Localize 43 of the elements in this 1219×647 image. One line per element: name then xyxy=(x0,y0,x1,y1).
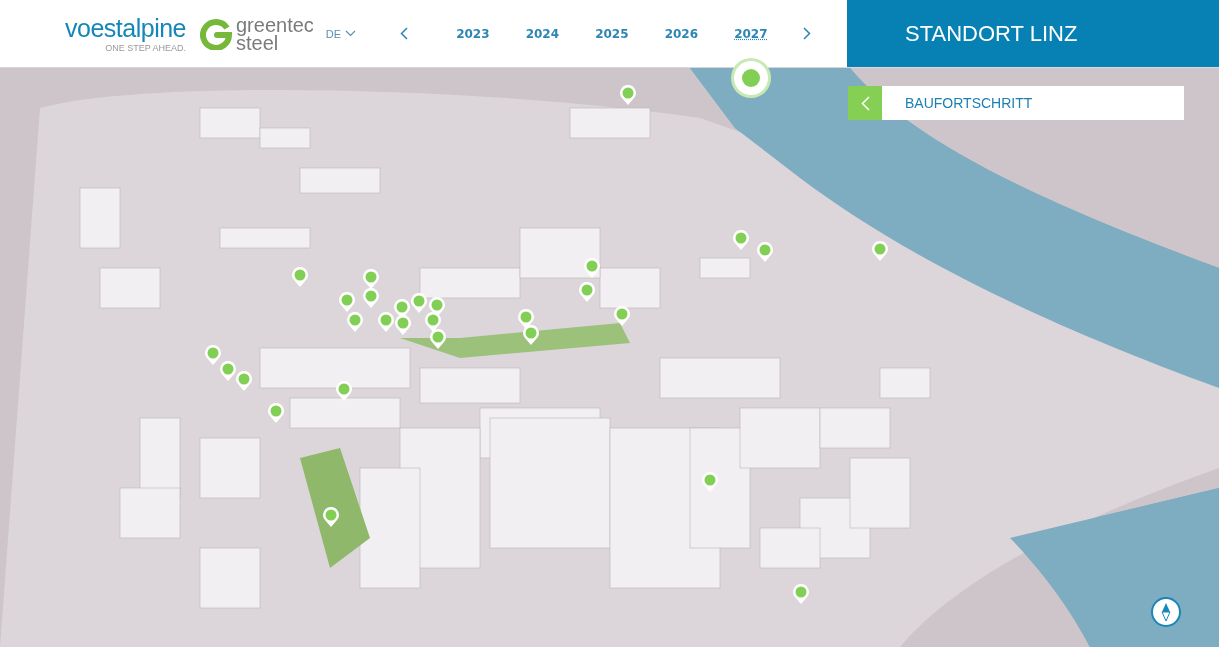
map-pin-icon[interactable] xyxy=(336,381,352,401)
map-pin-icon[interactable] xyxy=(205,345,221,365)
brand-tagline: ONE STEP AHEAD. xyxy=(105,42,186,53)
map-pin-icon[interactable] xyxy=(733,230,749,250)
map-pin-icon[interactable] xyxy=(702,472,718,492)
map-pin-icon[interactable] xyxy=(236,371,252,391)
g-logo-icon xyxy=(200,17,232,50)
map-pin-icon[interactable] xyxy=(363,288,379,308)
map-pin-icon[interactable] xyxy=(584,258,600,278)
map-pin-icon[interactable] xyxy=(411,293,427,313)
map-pin-icon[interactable] xyxy=(620,85,636,105)
chevron-down-icon xyxy=(345,30,357,37)
compass-icon xyxy=(1161,602,1171,622)
panel-title: BAUFORTSCHRITT xyxy=(905,95,1033,111)
map-pin-icon[interactable] xyxy=(523,325,539,345)
map-pin-icon[interactable] xyxy=(793,584,809,604)
year-tab[interactable]: 2027 xyxy=(732,24,770,43)
map-pin-icon[interactable] xyxy=(757,242,773,262)
language-select[interactable]: DE xyxy=(325,27,357,40)
year-tab[interactable]: 2026 xyxy=(662,24,701,43)
chevron-left-icon xyxy=(860,95,870,111)
map-pin-icon[interactable] xyxy=(220,361,236,381)
map-pin-icon[interactable] xyxy=(347,312,363,332)
map-pin-icon[interactable] xyxy=(339,292,355,312)
site-title: STANDORT LINZ xyxy=(905,20,1078,47)
year-tab[interactable]: 2024 xyxy=(523,24,562,43)
map-pin-icon[interactable] xyxy=(378,312,394,332)
year-tab[interactable]: 2023 xyxy=(454,24,492,43)
year-tab[interactable]: 2025 xyxy=(593,24,631,43)
map-pin-icon[interactable] xyxy=(395,315,411,335)
panel-toggle-button[interactable] xyxy=(848,86,882,120)
map-pin-icon[interactable] xyxy=(430,329,446,349)
program-logo-text: greentec xyxy=(236,15,314,34)
brand-logo-text: voestalpine xyxy=(65,14,186,41)
map-pin-icon[interactable] xyxy=(872,241,888,261)
map-pin-icon[interactable] xyxy=(363,269,379,289)
map-pin-icon[interactable] xyxy=(425,312,441,332)
map-pin-icon[interactable] xyxy=(614,306,630,326)
map-pin-icon[interactable] xyxy=(323,507,339,527)
map-pin-icon[interactable] xyxy=(292,267,308,287)
timeline-handle[interactable] xyxy=(733,60,768,95)
map-pin-icon[interactable] xyxy=(579,282,595,302)
map-pin-icon[interactable] xyxy=(268,403,284,423)
